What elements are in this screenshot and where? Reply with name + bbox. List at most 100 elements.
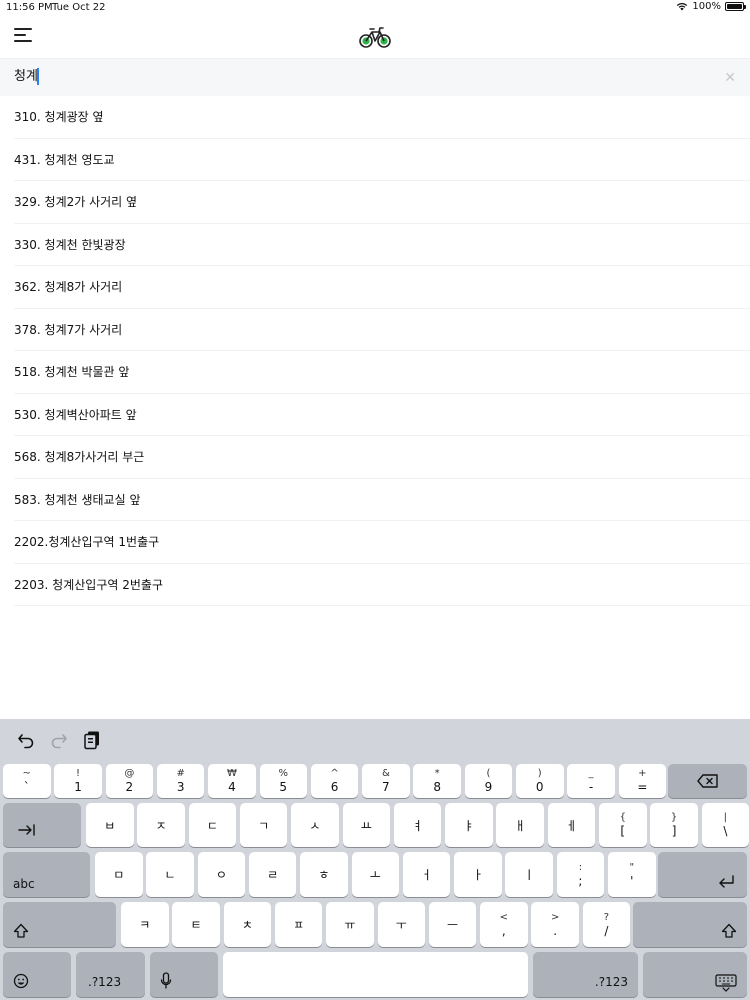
key-label-top: : xyxy=(578,861,583,873)
keyboard-hide-icon xyxy=(715,974,737,992)
keyboard-key[interactable]: ㅡ xyxy=(428,902,477,947)
keyboard-key[interactable]: " ' xyxy=(608,852,656,897)
tab-key[interactable] xyxy=(3,803,81,847)
keyboard-key[interactable]: }] xyxy=(650,803,698,847)
list-item[interactable]: 431. 청계천 영도교 xyxy=(14,139,750,181)
key-label-top: ^ xyxy=(330,768,339,779)
battery-icon xyxy=(725,2,746,11)
capslock-label: abc xyxy=(13,877,35,891)
keyboard-key[interactable]: ㄷ xyxy=(188,803,237,847)
return-icon xyxy=(719,875,734,888)
keyboard-key[interactable]: @2 xyxy=(105,764,154,798)
microphone-icon xyxy=(160,972,172,989)
keyboard-key[interactable]: ? / xyxy=(582,902,631,947)
search-input[interactable] xyxy=(14,67,694,82)
key-label: ㅣ xyxy=(523,868,535,882)
list-item[interactable]: 378. 청계7가 사거리 xyxy=(14,309,750,351)
keyboard-key[interactable]: ) 0 xyxy=(516,764,564,798)
keyboard-key[interactable]: + = xyxy=(618,764,667,798)
keyboard-key[interactable]: ~ ` xyxy=(3,764,51,798)
keyboard-key[interactable]: ^ 6 xyxy=(310,764,359,798)
battery-percent: 100% xyxy=(692,1,721,12)
keyboard-key[interactable]: ㅁ xyxy=(95,852,143,897)
backspace-key[interactable] xyxy=(668,764,747,798)
emoji-icon xyxy=(13,973,29,989)
keyboard-key[interactable]: {[ xyxy=(599,803,647,847)
list-item[interactable]: 583. 청계천 생태교실 앞 xyxy=(14,479,750,521)
keyboard-key[interactable]: ㅛ xyxy=(342,803,390,847)
keyboard-key[interactable]: ㅑ xyxy=(445,803,493,847)
keyboard-key[interactable]: % 5 xyxy=(259,764,307,798)
keyboard-key[interactable]: ㅊ xyxy=(223,902,272,947)
hide-keyboard-key[interactable] xyxy=(643,952,747,997)
keyboard-key[interactable]: ㅌ xyxy=(172,902,220,947)
keyboard-key[interactable]: #3 xyxy=(156,764,205,798)
key-label-bottom: - xyxy=(588,780,594,794)
keyboard-key[interactable]: ㅠ xyxy=(326,902,374,947)
key-label-top: { xyxy=(619,812,626,823)
clipboard-icon[interactable] xyxy=(83,730,101,750)
keyboard-key[interactable]: ㅋ xyxy=(121,902,169,947)
keyboard-key[interactable]: ㅂ xyxy=(86,803,134,847)
keyboard-key[interactable]: ㅈ xyxy=(137,803,185,847)
microphone-key[interactable] xyxy=(150,952,218,997)
keyboard-key[interactable]: >. xyxy=(531,902,579,947)
keyboard-key[interactable]: ! 1 xyxy=(54,764,102,798)
keyboard-key[interactable]: * 8 xyxy=(413,764,461,798)
space-key[interactable] xyxy=(223,952,528,997)
keyboard-key[interactable]: ㄱ xyxy=(239,803,288,847)
key-label-bottom: 0 xyxy=(535,780,544,794)
hamburger-icon[interactable] xyxy=(14,28,34,44)
keyboard-key[interactable]: ㅅ xyxy=(291,803,339,847)
capslock-key[interactable]: abc xyxy=(3,852,90,897)
keyboard-key[interactable]: (9 xyxy=(464,764,513,798)
keyboard-key[interactable]: | \ xyxy=(701,803,750,847)
list-item[interactable]: 568. 청계8가사거리 부근 xyxy=(14,436,750,479)
shift-key-right[interactable] xyxy=(633,902,747,947)
list-item[interactable]: 530. 청계벽산아파트 앞 xyxy=(14,394,750,436)
keyboard-key[interactable]: ㅍ xyxy=(274,902,323,947)
key-label: ㅠ xyxy=(344,918,356,932)
keyboard-key[interactable]: ㅔ xyxy=(547,803,596,847)
keyboard-key[interactable]: ㅐ xyxy=(496,803,544,847)
keyboard-key[interactable]: ㅏ xyxy=(454,852,502,897)
return-key[interactable] xyxy=(658,852,747,897)
list-item[interactable]: 362. 청계8가 사거리 xyxy=(14,266,750,309)
key-label: ㅁ xyxy=(113,868,125,882)
keyboard-key[interactable]: ㅇ xyxy=(197,852,246,897)
keyboard-key[interactable]: ㅜ xyxy=(377,902,425,947)
close-icon[interactable]: ✕ xyxy=(724,70,736,86)
list-item[interactable]: 518. 청계천 박물관 앞 xyxy=(14,351,750,394)
shift-key-left[interactable] xyxy=(3,902,116,947)
key-label-bottom: \ xyxy=(723,824,728,838)
keyboard-key[interactable]: _ - xyxy=(567,764,615,798)
key-label-bottom: 8 xyxy=(433,780,441,794)
key-label-top: + xyxy=(638,768,647,779)
keyboard-key[interactable]: ㅣ xyxy=(505,852,553,897)
keyboard-key[interactable]: ㅕ xyxy=(393,803,442,847)
list-item[interactable]: 2202.청계산입구역 1번출구 xyxy=(14,521,750,564)
key-label: ㄱ xyxy=(258,818,270,833)
keyboard-key[interactable]: ㅓ xyxy=(402,852,451,897)
key-label: ㅛ xyxy=(360,818,372,833)
list-item[interactable]: 329. 청계2가 사거리 옆 xyxy=(14,181,750,224)
keyboard-key[interactable]: :; xyxy=(556,852,605,897)
keyboard-key[interactable]: ㄹ xyxy=(248,852,297,897)
key-label-bottom: ] xyxy=(671,824,677,838)
list-item[interactable]: 330. 청계천 한빛광장 xyxy=(14,224,750,266)
key-label: ㅂ xyxy=(104,818,116,833)
numbers-key-left[interactable]: .?123 xyxy=(76,952,145,997)
key-label-top: % xyxy=(278,768,288,779)
list-item[interactable]: 310. 청계광장 옆 xyxy=(14,96,750,139)
keyboard-key[interactable]: <, xyxy=(480,902,528,947)
keyboard-key[interactable]: ㅗ xyxy=(351,852,399,897)
list-item[interactable]: 2203. 청계산입구역 2번출구 xyxy=(14,564,750,606)
undo-icon[interactable] xyxy=(17,731,35,749)
keyboard-key[interactable]: ㅎ xyxy=(300,852,348,897)
keyboard-key[interactable]: & 7 xyxy=(362,764,410,798)
redo-icon[interactable] xyxy=(50,731,68,749)
numbers-key-right[interactable]: .?123 xyxy=(533,952,638,997)
keyboard-key[interactable]: ₩4 xyxy=(208,764,256,798)
emoji-key[interactable] xyxy=(3,952,71,997)
keyboard-key[interactable]: ㄴ xyxy=(146,852,194,897)
